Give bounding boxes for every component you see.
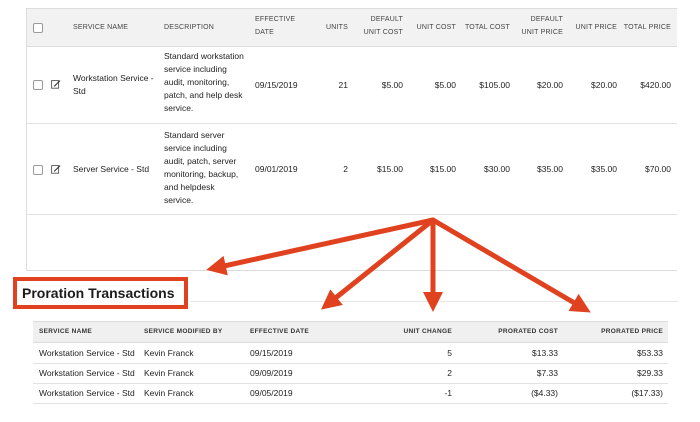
- annotation-arrows: [206, 217, 591, 313]
- arrow-to-prorated-price: [430, 217, 591, 313]
